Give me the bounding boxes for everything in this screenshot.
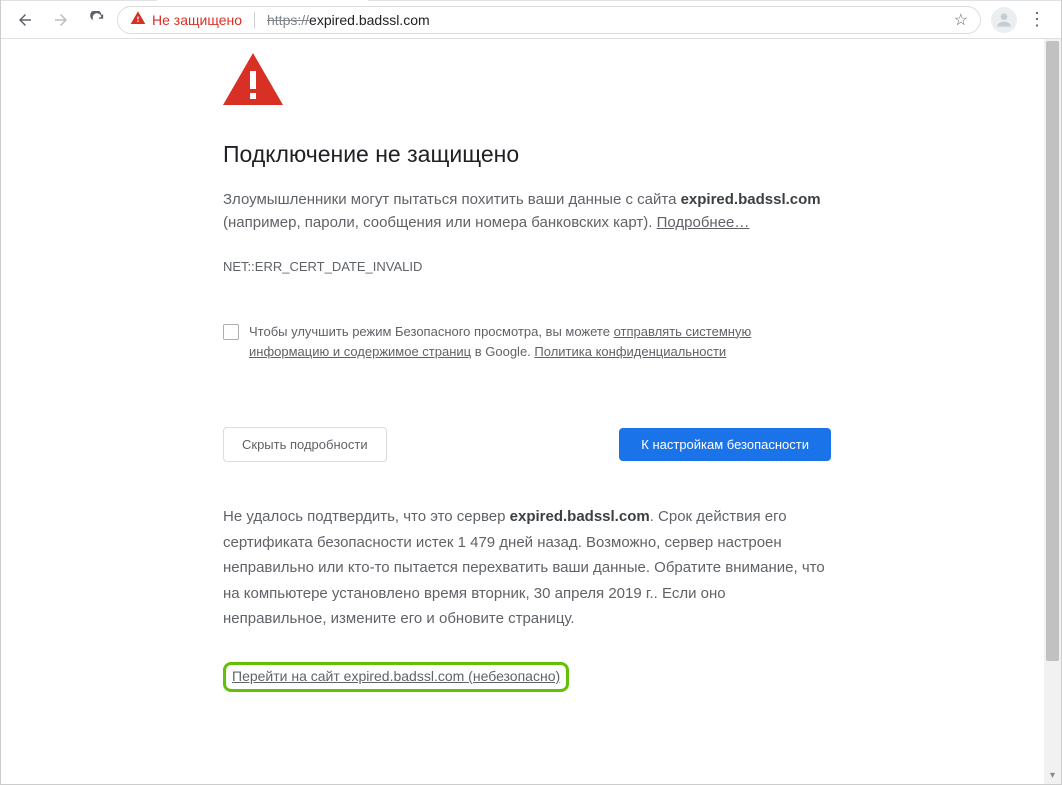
address-bar[interactable]: Не защищено https://expired.badssl.com ☆ [117, 6, 981, 34]
error-page-content: Подключение не защищено Злоумышленники м… [1, 53, 881, 732]
privacy-policy-link[interactable]: Политика конфиденциальности [534, 344, 726, 359]
profile-avatar[interactable] [991, 7, 1017, 33]
tab-google-chrome[interactable]: Google Chrome × [9, 0, 157, 1]
url-text: https://expired.badssl.com [267, 12, 430, 28]
proceed-highlight-box: Перейти на сайт expired.badssl.com (небе… [223, 662, 569, 692]
kebab-menu-icon[interactable]: ⋮ [1021, 4, 1053, 36]
bookmark-star-icon[interactable]: ☆ [954, 10, 968, 30]
page-title: Подключение не защищено [223, 141, 881, 168]
minimize-button[interactable] [923, 0, 969, 1]
browser-window: Google Chrome × Ошибка нарушения конфиде… [0, 0, 1062, 785]
button-row: Скрыть подробности К настройкам безопасн… [223, 427, 831, 462]
page-viewport: Подключение не защищено Злоумышленники м… [1, 39, 1061, 784]
close-window-button[interactable] [1015, 0, 1061, 1]
back-to-safety-button[interactable]: К настройкам безопасности [619, 428, 831, 461]
error-code: NET::ERR_CERT_DATE_INVALID [223, 259, 881, 274]
omnibox-divider [254, 12, 255, 28]
scroll-down-arrow-icon[interactable]: ▾ [1044, 767, 1061, 784]
reload-button[interactable] [81, 4, 113, 36]
main-warning-paragraph: Злоумышленники могут пытаться похитить в… [223, 188, 831, 235]
security-status-text: Не защищено [152, 12, 242, 28]
scrollbar-thumb[interactable] [1046, 41, 1059, 661]
details-paragraph: Не удалось подтвердить, что это сервер e… [223, 504, 831, 632]
large-warning-triangle-icon [223, 53, 283, 105]
vertical-scrollbar[interactable]: ▾ [1044, 39, 1061, 784]
toolbar: Не защищено https://expired.badssl.com ☆… [1, 1, 1061, 39]
tab-strip: Google Chrome × Ошибка нарушения конфиде… [1, 0, 1061, 1]
back-button[interactable] [9, 4, 41, 36]
forward-button[interactable] [45, 4, 77, 36]
warning-triangle-icon [130, 10, 146, 29]
opt-in-checkbox[interactable] [223, 324, 239, 340]
window-controls [923, 0, 1061, 1]
proceed-unsafe-link[interactable]: Перейти на сайт expired.badssl.com (небе… [232, 668, 560, 684]
opt-in-text: Чтобы улучшить режим Безопасного просмот… [249, 322, 831, 364]
opt-in-row: Чтобы улучшить режим Безопасного просмот… [223, 322, 831, 364]
learn-more-link[interactable]: Подробнее… [657, 214, 750, 231]
hide-details-button[interactable]: Скрыть подробности [223, 427, 387, 462]
maximize-button[interactable] [969, 0, 1015, 1]
tab-error-page[interactable]: Ошибка нарушения конфиденц × [157, 0, 367, 1]
